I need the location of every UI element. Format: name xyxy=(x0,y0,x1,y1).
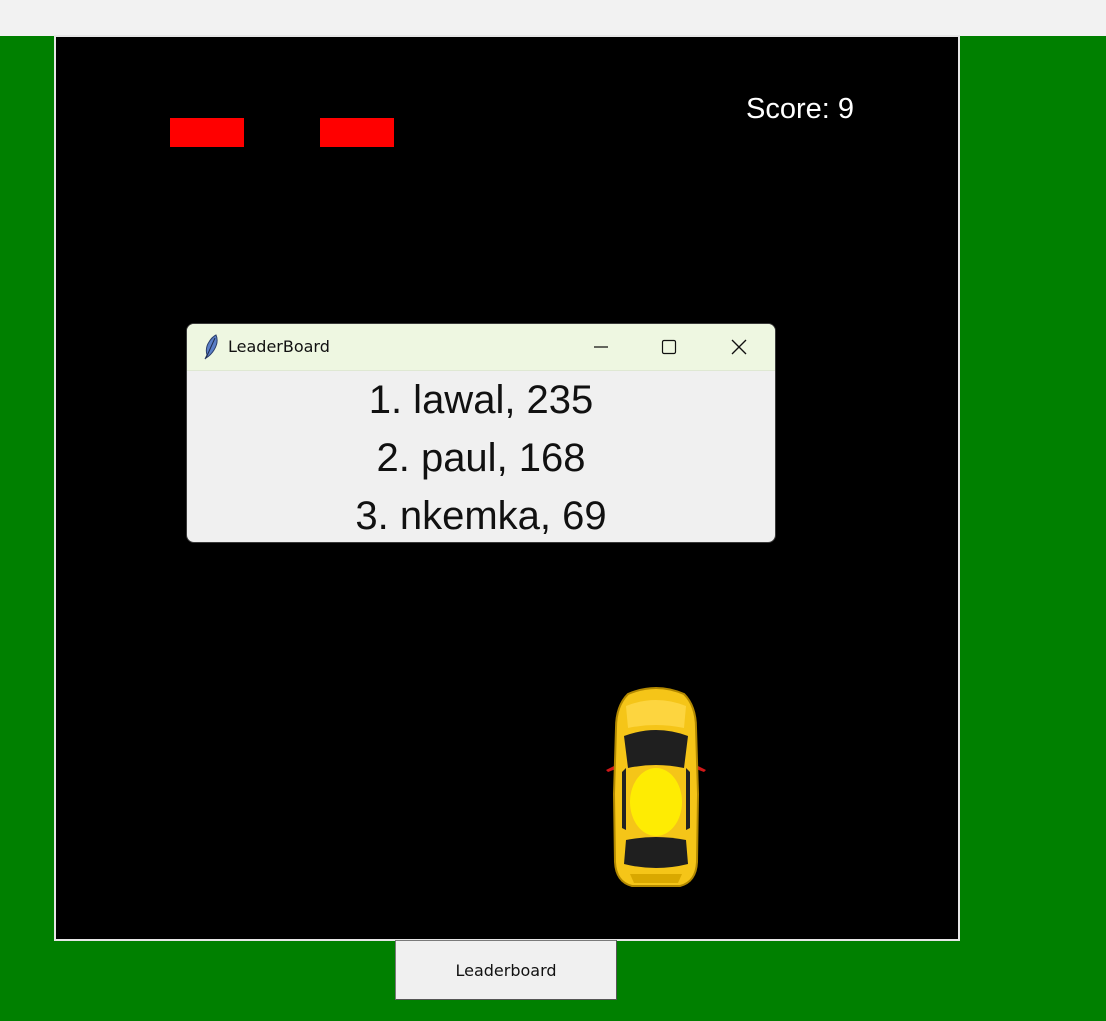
leaderboard-entry: 1. lawal, 235 xyxy=(368,378,594,422)
minimize-button[interactable] xyxy=(567,324,635,370)
feather-icon xyxy=(204,334,218,360)
maximize-button[interactable] xyxy=(635,324,703,370)
leaderboard-window[interactable]: LeaderBoard 1. lawal, 235 2. paul, 168 3… xyxy=(186,323,776,543)
top-strip xyxy=(0,0,1106,36)
score-label: Score: 9 xyxy=(746,93,854,125)
player-car-icon[interactable] xyxy=(604,684,708,888)
leaderboard-list: 1. lawal, 235 2. paul, 168 3. nkemka, 69 xyxy=(187,371,775,542)
close-button[interactable] xyxy=(705,324,773,370)
obstacle-block xyxy=(170,118,244,147)
leaderboard-entry: 3. nkemka, 69 xyxy=(355,494,607,538)
window-title: LeaderBoard xyxy=(228,337,330,356)
window-titlebar[interactable]: LeaderBoard xyxy=(187,324,775,371)
leaderboard-button[interactable]: Leaderboard xyxy=(395,940,617,1000)
maximize-icon xyxy=(661,339,677,355)
minimize-icon xyxy=(594,346,608,348)
close-icon xyxy=(731,339,747,355)
obstacle-block xyxy=(320,118,394,147)
leaderboard-body: 1. lawal, 235 2. paul, 168 3. nkemka, 69 xyxy=(187,371,775,542)
leaderboard-entry: 2. paul, 168 xyxy=(376,436,586,480)
